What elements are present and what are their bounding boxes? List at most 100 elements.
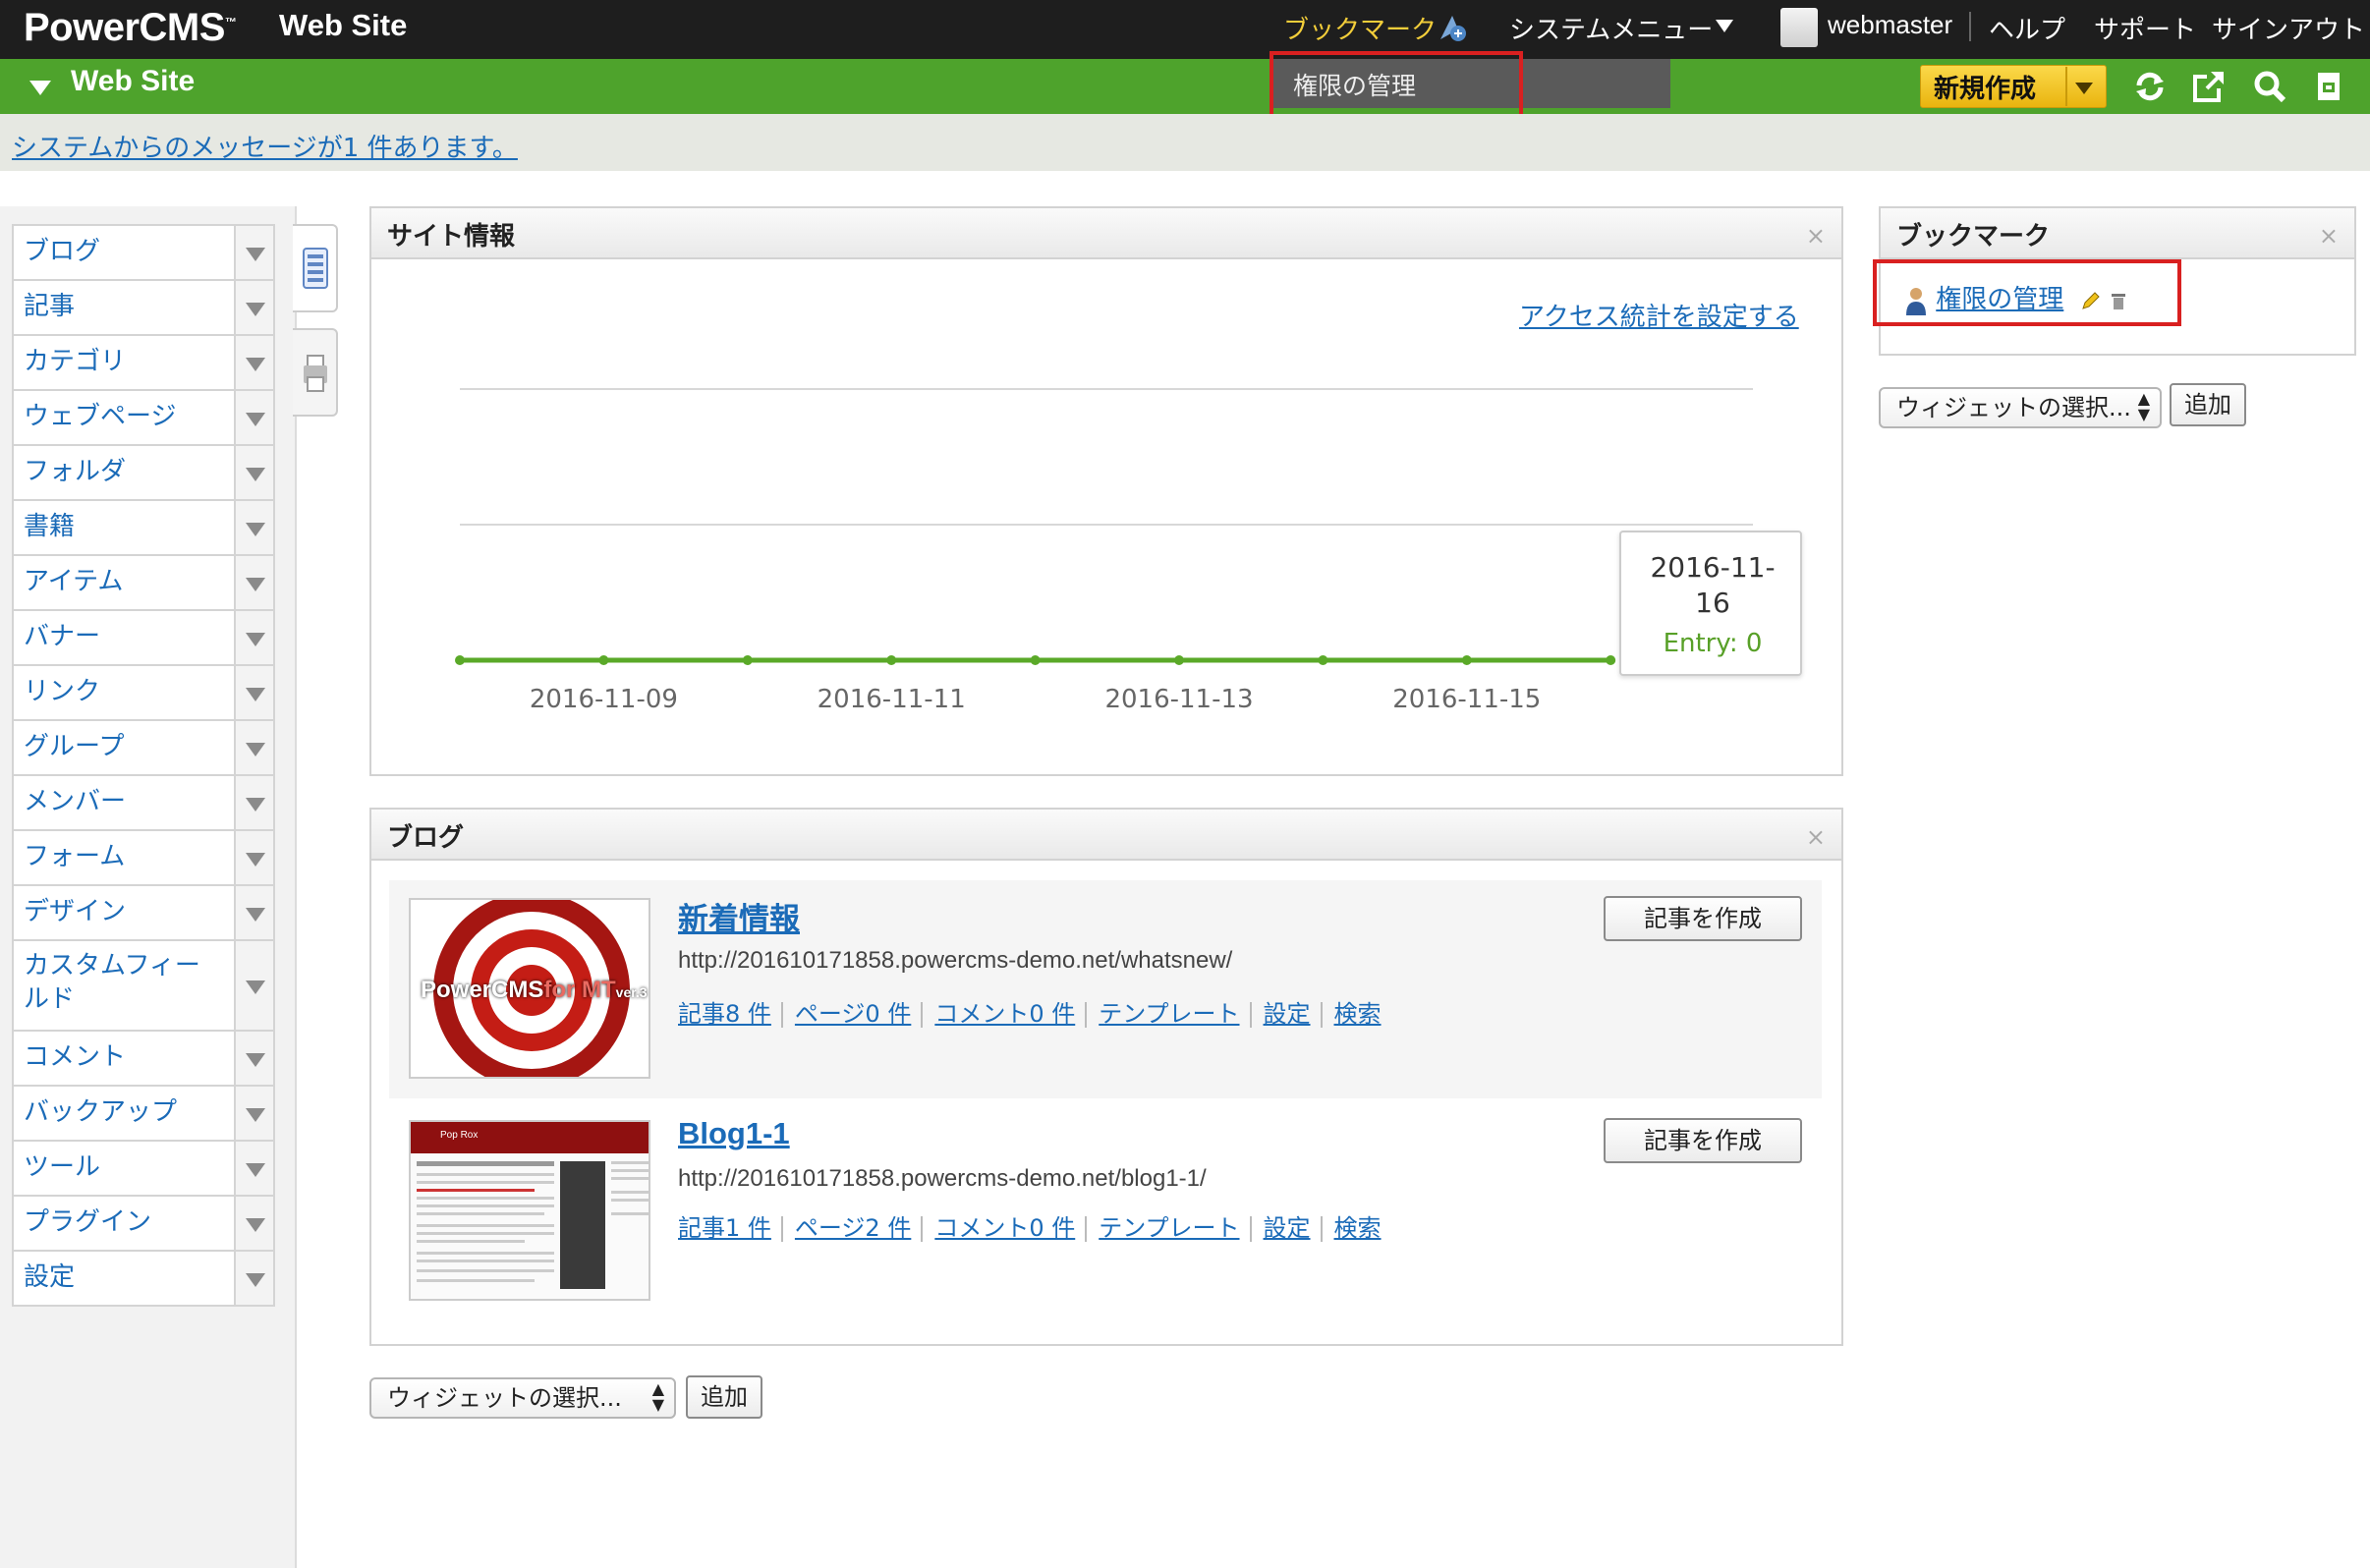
sidebar-item-label[interactable]: カテゴリ [14, 336, 234, 389]
sidebar-item[interactable]: デザイン [12, 884, 275, 939]
sidebar-item[interactable]: ウェブページ [12, 389, 275, 444]
sidebar-item-label[interactable]: バナー [14, 611, 234, 664]
chevron-down-icon[interactable] [234, 281, 273, 334]
entries-link[interactable]: 記事8 件 [678, 1000, 771, 1028]
site-name[interactable]: Web Site [279, 8, 407, 43]
sidebar-item-label[interactable]: プラグイン [14, 1197, 234, 1250]
settings-link[interactable]: 設定 [1264, 1214, 1311, 1242]
chevron-down-icon[interactable] [234, 391, 273, 444]
sidebar-item[interactable]: バックアップ [12, 1085, 275, 1140]
new-button-label[interactable]: 新規作成 [1934, 69, 2036, 105]
add-widget-button[interactable]: 追加 [2170, 383, 2246, 426]
sidebar-item[interactable]: リンク [12, 664, 275, 719]
chevron-down-icon[interactable] [234, 721, 273, 774]
pages-link[interactable]: ページ2 件 [795, 1214, 911, 1242]
chevron-down-icon[interactable] [234, 666, 273, 719]
sidebar-item[interactable]: カスタムフィー ルド [12, 939, 275, 1030]
pages-link[interactable]: ページ0 件 [795, 1000, 911, 1028]
help-link[interactable]: ヘルプ [1989, 10, 2065, 46]
system-message-link[interactable]: システムからのメッセージが1 件あります。 [12, 128, 518, 164]
refresh-icon[interactable] [2132, 69, 2168, 104]
close-icon[interactable]: × [2319, 222, 2339, 250]
chevron-down-icon[interactable] [234, 776, 273, 829]
sidebar-item-label[interactable]: デザイン [14, 886, 234, 939]
sidebar-item-label[interactable]: バックアップ [14, 1087, 234, 1140]
add-widget-button[interactable]: 追加 [686, 1375, 762, 1419]
sidebar-item-label[interactable]: ブログ [14, 226, 234, 279]
data-point[interactable] [886, 655, 897, 665]
sidebar-item-label[interactable]: リンク [14, 666, 234, 719]
data-point[interactable] [1174, 655, 1184, 665]
support-link[interactable]: サポート [2094, 10, 2196, 46]
sidebar-item[interactable]: フォーム [12, 829, 275, 884]
sidebar-item[interactable]: メンバー [12, 774, 275, 829]
user-name[interactable]: webmaster [1828, 10, 1952, 40]
chevron-down-icon[interactable] [234, 336, 273, 389]
sidebar-item-label[interactable]: ツール [14, 1142, 234, 1195]
sidebar-item[interactable]: 設定 [12, 1250, 275, 1307]
create-entry-button[interactable]: 記事を作成 [1604, 1118, 1802, 1163]
sidebar-item[interactable]: カテゴリ [12, 334, 275, 389]
templates-link[interactable]: テンプレート [1099, 1000, 1239, 1028]
chevron-down-icon[interactable] [234, 1087, 273, 1140]
sidebar-item-label[interactable]: コメント [14, 1032, 234, 1085]
data-point[interactable] [455, 655, 465, 665]
widget-select[interactable]: ウィジェットの選択... ▲ ▼ [369, 1377, 676, 1419]
bookmark-add-icon[interactable] [1437, 12, 1468, 43]
create-entry-button[interactable]: 記事を作成 [1604, 896, 1802, 941]
search-link[interactable]: 検索 [1334, 1000, 1382, 1028]
close-icon[interactable]: × [1806, 222, 1826, 250]
chevron-down-icon[interactable] [234, 226, 273, 279]
sidebar-item[interactable]: ブログ [12, 224, 275, 279]
chevron-down-icon[interactable] [234, 446, 273, 499]
sidebar-tab-tools[interactable] [293, 328, 338, 417]
blog-thumbnail[interactable]: Pop Rox [409, 1120, 650, 1301]
sidebar-item[interactable]: 書籍 [12, 499, 275, 554]
chevron-down-icon[interactable] [234, 831, 273, 884]
templates-link[interactable]: テンプレート [1099, 1214, 1239, 1242]
app-logo[interactable]: PowerCMS™ [24, 6, 237, 50]
lock-icon[interactable] [2311, 69, 2346, 104]
signout-link[interactable]: サインアウト [2212, 10, 2365, 46]
sidebar-item-label[interactable]: グループ [14, 721, 234, 774]
comments-link[interactable]: コメント0 件 [934, 1214, 1075, 1242]
chevron-down-icon[interactable] [234, 611, 273, 664]
data-point[interactable] [1461, 655, 1472, 665]
data-point[interactable] [1606, 655, 1616, 665]
search-icon[interactable] [2252, 69, 2287, 104]
sidebar-item-label[interactable]: ウェブページ [14, 391, 234, 444]
widget-select[interactable]: ウィジェットの選択... ▲ ▼ [1879, 387, 2162, 428]
sidebar-tab-menu[interactable] [293, 224, 338, 312]
search-link[interactable]: 検索 [1334, 1214, 1382, 1242]
sidebar-item-label[interactable]: フォルダ [14, 446, 234, 499]
chevron-down-icon[interactable] [234, 1197, 273, 1250]
data-point[interactable] [598, 655, 609, 665]
settings-link[interactable]: 設定 [1264, 1000, 1311, 1028]
bookmark-menu[interactable]: ブックマーク [1283, 10, 1437, 46]
sidebar-item[interactable]: バナー [12, 609, 275, 664]
chevron-down-icon[interactable] [29, 81, 51, 95]
sidebar-item-label[interactable]: 記事 [14, 281, 234, 334]
chevron-down-icon[interactable] [234, 556, 273, 609]
external-link-icon[interactable] [2191, 69, 2227, 104]
chevron-down-icon[interactable] [234, 1142, 273, 1195]
chevron-down-icon[interactable] [1716, 20, 1733, 32]
data-point[interactable] [1030, 655, 1041, 665]
context-title[interactable]: Web Site [71, 65, 195, 98]
sidebar-item[interactable]: 記事 [12, 279, 275, 334]
sidebar-item-label[interactable]: アイテム [14, 556, 234, 609]
sidebar-item-label[interactable]: 書籍 [14, 501, 234, 554]
entries-link[interactable]: 記事1 件 [678, 1214, 771, 1242]
chevron-down-icon[interactable] [234, 501, 273, 554]
blog-name-link[interactable]: Blog1-1 [678, 1116, 790, 1151]
data-point[interactable] [742, 655, 753, 665]
blog-thumbnail[interactable]: PowerCMSfor MTver.3 [409, 898, 650, 1079]
sidebar-item[interactable]: フォルダ [12, 444, 275, 499]
sidebar-item-label[interactable]: フォーム [14, 831, 234, 884]
avatar[interactable] [1780, 8, 1818, 47]
sidebar-item-label[interactable]: メンバー [14, 776, 234, 829]
system-menu[interactable]: システムメニュー [1509, 10, 1713, 46]
sidebar-item-label[interactable]: カスタムフィー ルド [14, 941, 234, 1032]
sidebar-item[interactable]: プラグイン [12, 1195, 275, 1250]
sidebar-item[interactable]: グループ [12, 719, 275, 774]
